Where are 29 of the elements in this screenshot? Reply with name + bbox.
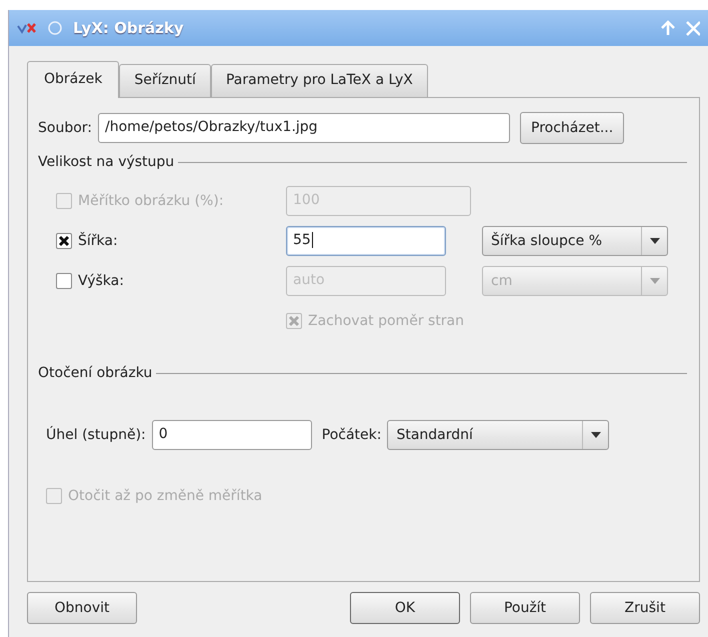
tab[interactable]: Seříznutí [119, 64, 211, 97]
tab[interactable]: Parametry pro LaTeX a LyX [210, 64, 428, 97]
caret-icon [590, 432, 601, 438]
group-title: Otočení obrázku [38, 364, 152, 383]
dialog-button[interactable]: Použít [470, 592, 580, 624]
browse-button[interactable]: Procházet... [520, 112, 624, 144]
dropdown[interactable]: Šířka sloupce % [482, 226, 668, 256]
input-field[interactable]: /home/petos/Obrazky/tux1.jpg [98, 113, 510, 143]
field-label: Soubor: [38, 118, 92, 138]
tab[interactable]: Obrázek [27, 61, 120, 98]
input-field[interactable]: 55 [286, 226, 446, 256]
field-label: Úhel (stupně): [46, 425, 146, 444]
dialog-button[interactable]: OK [350, 592, 460, 624]
field-label: Počátek: [322, 426, 382, 444]
dialog-button[interactable]: Obnovit [27, 592, 137, 624]
dialog-button[interactable]: Zrušit [590, 592, 700, 624]
checkbox-label: Měřítko obrázku (%): [78, 192, 224, 210]
checkbox[interactable] [56, 273, 72, 289]
window-title: LyX: Obrázky [73, 18, 184, 39]
checkbox-label: Výška: [78, 272, 124, 290]
caret-icon [650, 238, 660, 244]
input-field[interactable]: 0 [152, 420, 312, 450]
checkbox-label: Otočit až po změně měřítka [68, 486, 262, 506]
checkbox-label: Šířka: [78, 231, 118, 250]
dropdown[interactable]: Standardní [387, 420, 610, 450]
checkbox-label: Zachovat poměr stran [308, 312, 464, 330]
group-title: Velikost na výstupu [38, 153, 174, 172]
checkbox[interactable] [56, 233, 72, 249]
caret-icon [650, 278, 660, 284]
